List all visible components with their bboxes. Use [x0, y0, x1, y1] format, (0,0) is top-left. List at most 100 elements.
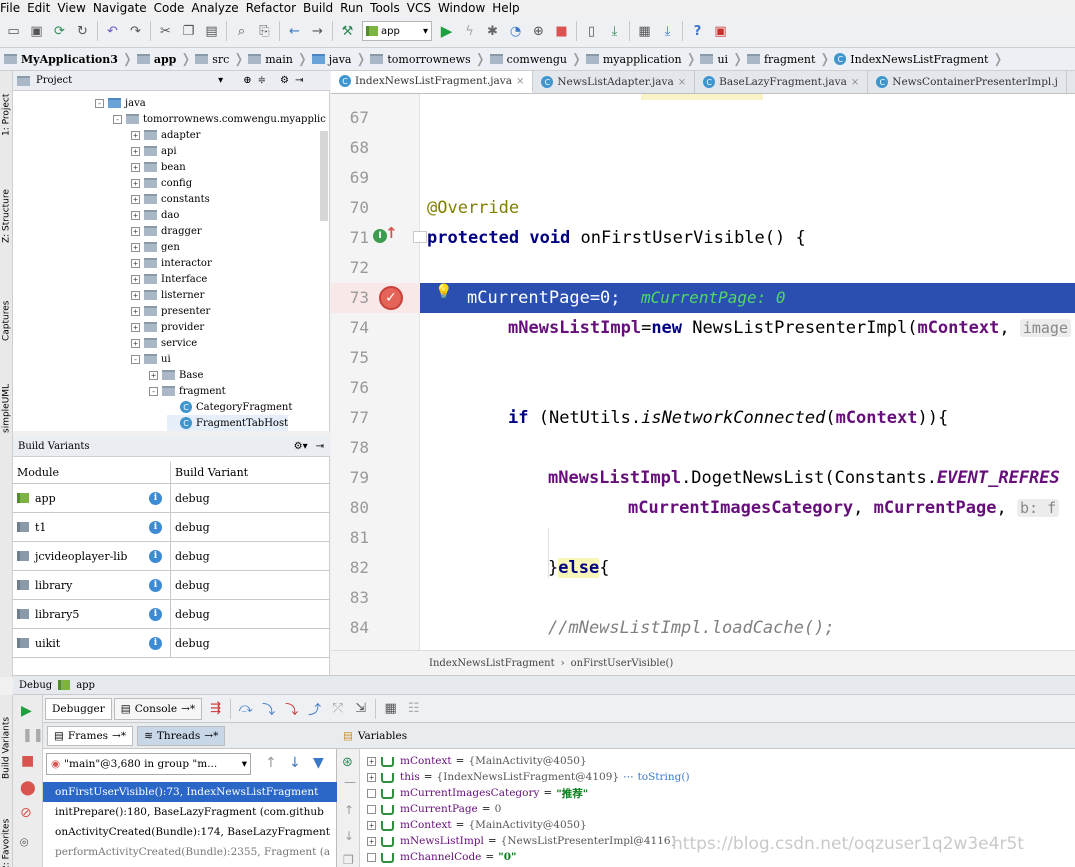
tree-item-listerner[interactable]: + listerner	[131, 287, 204, 303]
menu-navigate[interactable]: Navigate	[93, 1, 147, 15]
stack-frame[interactable]: initPrepare():180, BaseLazyFragment (com…	[43, 802, 337, 822]
info-icon[interactable]: i	[149, 578, 162, 592]
stack-frame[interactable]: performActivityCreated(Bundle):2355, Fra…	[43, 842, 337, 862]
run-config-select[interactable]: app ▾	[362, 21, 432, 41]
tab-threads[interactable]: ≋ Threads →*	[137, 725, 226, 746]
tree-item-ui[interactable]: - ui	[131, 351, 171, 367]
crumb-class[interactable]: C IndexNewsListFragment	[830, 53, 992, 66]
run-icon[interactable]: ▶	[437, 21, 457, 41]
variable-row[interactable]: + mNewsListImpl = {NewsListPresenterImpl@41…	[367, 833, 677, 849]
step-into-icon[interactable]: ⤵	[259, 699, 279, 719]
menu-build[interactable]: Build	[303, 1, 333, 15]
expand-icon[interactable]: +	[131, 306, 140, 316]
gear-icon[interactable]: ⚙	[280, 75, 289, 86]
stack-frame[interactable]: onFirstUserVisible():73, IndexNewsListFr…	[43, 782, 337, 802]
close-icon[interactable]: ×	[678, 77, 686, 88]
stack-frame[interactable]: onActivityCreated(Bundle):174, BaseLazyF…	[43, 822, 337, 842]
tree-item-gen[interactable]: + gen	[131, 239, 180, 255]
expand-icon[interactable]: +	[131, 162, 140, 172]
breakpoint-icon[interactable]: ✓	[379, 286, 403, 310]
expand-icon[interactable]: +	[131, 322, 140, 332]
expand-icon[interactable]: +	[367, 772, 376, 782]
copy-watch-icon[interactable]: ❐	[343, 853, 354, 867]
crumb-project[interactable]: MyApplication3	[0, 53, 122, 66]
undo-icon[interactable]: ↶	[103, 21, 123, 41]
instant-run-icon[interactable]: ϟ	[460, 21, 480, 41]
replace-icon[interactable]: ⎘	[255, 21, 275, 41]
help-icon[interactable]: ?	[688, 21, 708, 41]
tree-item-fragmenttabhost[interactable]: C FragmentTabHost	[167, 415, 289, 431]
collapse-all-icon[interactable]: ≑	[258, 75, 266, 86]
profile-icon[interactable]: ◔	[506, 21, 526, 41]
expand-icon[interactable]: +	[131, 210, 140, 220]
tab-console[interactable]: ▤ Console →*	[113, 697, 203, 720]
drop-frame-icon[interactable]: ⤱	[328, 699, 348, 719]
tree-item-tomorrownews-comwengu-myapplic[interactable]: - tomorrownews.comwengu.myapplic	[113, 111, 326, 127]
save-icon[interactable]: ▣	[27, 21, 47, 41]
info-icon[interactable]: i	[149, 491, 162, 505]
expand-icon[interactable]: +	[131, 274, 140, 284]
cut-icon[interactable]: ✂	[156, 21, 176, 41]
tree-item-dao[interactable]: + dao	[131, 207, 179, 223]
expand-icon[interactable]	[367, 804, 376, 814]
tree-item-base[interactable]: + Base	[149, 367, 203, 383]
crumb-fragment[interactable]: fragment	[743, 53, 819, 66]
new-watch-icon[interactable]: ⊛	[342, 755, 353, 770]
info-icon[interactable]: i	[149, 607, 162, 621]
refresh-icon[interactable]: ↻	[73, 21, 93, 41]
expand-icon[interactable]: +	[149, 370, 158, 380]
expand-icon[interactable]: +	[131, 194, 140, 204]
build-variant-select[interactable]: debug	[171, 637, 210, 650]
tab-newslistadapter[interactable]: C NewsListAdapter.java ×	[533, 71, 696, 93]
variable-row[interactable]: mCurrentImagesCategory = "推荐"	[367, 785, 588, 801]
tree-item-service[interactable]: + service	[131, 335, 197, 351]
remove-watch-icon[interactable]: —	[344, 775, 356, 789]
tab-frames[interactable]: ▤ Frames →*	[47, 725, 134, 746]
info-icon[interactable]: i	[149, 549, 162, 563]
tree-item-interface[interactable]: + Interface	[131, 271, 207, 287]
stop-icon[interactable]: ■	[552, 21, 572, 41]
project-structure-icon[interactable]: ▦	[635, 21, 655, 41]
device-monitor-icon[interactable]: ⤓	[658, 21, 678, 41]
build-variant-select[interactable]: debug	[171, 550, 210, 563]
tree-item-categoryfragment[interactable]: C CategoryFragment	[167, 399, 292, 415]
move-up-icon[interactable]: ↑	[344, 803, 354, 817]
menu-code[interactable]: Code	[154, 1, 185, 15]
avd-manager-icon[interactable]: ▯	[582, 21, 602, 41]
project-tool-tab[interactable]: 1: Project	[0, 75, 12, 155]
expand-icon[interactable]: +	[131, 146, 140, 156]
resume-icon[interactable]: ▶	[21, 703, 32, 719]
view-breakpoints-icon[interactable]: ⬤	[20, 780, 36, 796]
tree-item-interactor[interactable]: + interactor	[131, 255, 212, 271]
collapse-icon[interactable]: -	[131, 354, 140, 364]
crumb-java[interactable]: java	[308, 53, 356, 66]
open-folder-icon[interactable]: ▭	[4, 21, 24, 41]
expand-icon[interactable]: +	[367, 820, 376, 830]
tree-item-java[interactable]: - java	[95, 95, 146, 111]
project-view-selector[interactable]: Project	[36, 75, 72, 86]
previous-frame-icon[interactable]: ↑	[265, 755, 277, 771]
step-out-icon[interactable]: ⤴	[305, 699, 325, 719]
variable-row[interactable]: + mContext = {MainActivity@4050}	[367, 753, 587, 769]
evaluate-expression-icon[interactable]: ▦	[381, 699, 401, 719]
tostring-link[interactable]: toString()	[638, 771, 690, 783]
menu-view[interactable]: View	[57, 1, 85, 15]
locate-icon[interactable]: ⊕	[243, 75, 251, 86]
menu-tools[interactable]: Tools	[370, 1, 400, 15]
editor-breadcrumb-method[interactable]: onFirstUserVisible()	[571, 658, 674, 669]
scrollbar[interactable]	[320, 131, 328, 221]
crumb-myapplication[interactable]: myapplication	[582, 53, 686, 66]
crumb-tomorrownews[interactable]: tomorrownews	[366, 53, 474, 66]
tree-item-provider[interactable]: + provider	[131, 319, 204, 335]
camera-icon[interactable]: ⌾	[20, 835, 28, 851]
build-variant-select[interactable]: debug	[171, 608, 210, 621]
tree-item-fragment[interactable]: - fragment	[149, 383, 226, 399]
build-variant-select[interactable]: debug	[171, 521, 210, 534]
crumb-src[interactable]: src	[191, 53, 233, 66]
info-icon[interactable]: i	[149, 520, 162, 534]
back-icon[interactable]: ←	[285, 21, 305, 41]
crumb-main[interactable]: main	[244, 53, 297, 66]
expand-icon[interactable]	[367, 852, 376, 862]
override-arrow-icon[interactable]: ↑	[385, 224, 398, 242]
expand-icon[interactable]: +	[131, 130, 140, 140]
